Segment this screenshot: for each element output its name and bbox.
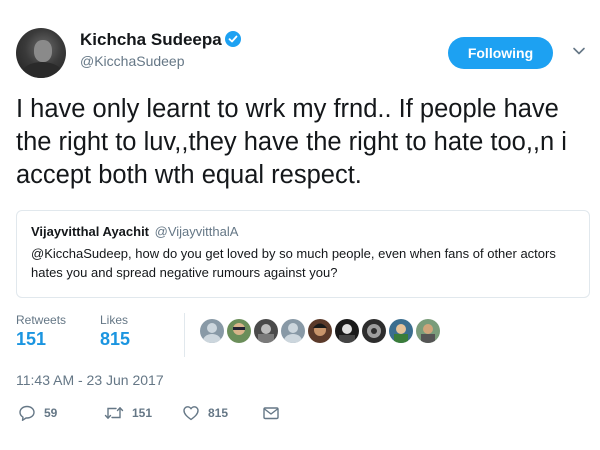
- liker-avatar[interactable]: [362, 319, 386, 343]
- quoted-author-name: Vijayvitthal Ayachit: [31, 224, 150, 239]
- like-count: 815: [208, 406, 229, 420]
- likes-value: 815: [100, 329, 131, 349]
- reply-button[interactable]: 59: [18, 403, 57, 423]
- tweet-text: I have only learnt to wrk my frnd.. If p…: [16, 95, 567, 189]
- following-button[interactable]: Following: [448, 37, 553, 69]
- liker-avatar[interactable]: [227, 319, 251, 343]
- liker-avatar[interactable]: [254, 319, 278, 343]
- verified-badge-icon: [224, 31, 241, 47]
- retweets-label: Retweets: [16, 313, 67, 327]
- retweets-stat[interactable]: Retweets 151: [16, 313, 66, 350]
- tweet-stats: Retweets 151 Likes 815: [16, 313, 590, 361]
- liker-avatar[interactable]: [389, 319, 413, 343]
- direct-message-button[interactable]: [262, 403, 280, 423]
- tweet-timestamp[interactable]: 11:43 AM - 23 Jun 2017: [16, 372, 164, 388]
- retweet-icon: [104, 407, 124, 419]
- quoted-tweet[interactable]: Vijayvitthal Ayachit @VijayvitthalA @Kic…: [16, 210, 590, 298]
- reply-icon: [19, 405, 35, 421]
- envelope-icon: [263, 407, 279, 420]
- retweet-button[interactable]: 151: [104, 403, 152, 423]
- avatar-face: [34, 40, 52, 62]
- like-button[interactable]: 815: [182, 403, 228, 423]
- liker-avatar[interactable]: [416, 319, 440, 343]
- liker-avatar[interactable]: [335, 319, 359, 343]
- quoted-tweet-text: @KicchaSudeep, how do you get loved by s…: [31, 246, 556, 280]
- stats-divider: [184, 313, 185, 357]
- author-name[interactable]: Kichcha Sudeepa: [80, 30, 222, 49]
- liker-avatar[interactable]: [281, 319, 305, 343]
- heart-icon: [183, 406, 199, 421]
- likes-label: Likes: [100, 313, 129, 327]
- quoted-author-handle: @VijayvitthalA: [154, 224, 239, 239]
- likes-stat[interactable]: Likes 815: [100, 313, 130, 350]
- liker-avatar[interactable]: [200, 319, 224, 343]
- reply-count: 59: [44, 406, 58, 420]
- avatar-shoulder: [22, 62, 62, 78]
- quoted-tweet-header: Vijayvitthal Ayachit @VijayvitthalA: [31, 224, 575, 239]
- author-avatar[interactable]: [16, 28, 66, 78]
- author-name-row[interactable]: Kichcha Sudeepa: [80, 30, 241, 50]
- author-handle[interactable]: @KicchaSudeep: [80, 53, 185, 69]
- retweets-value: 151: [16, 329, 47, 349]
- liker-avatar[interactable]: [308, 319, 332, 343]
- chevron-down-icon[interactable]: [572, 44, 586, 58]
- retweet-count: 151: [132, 406, 153, 420]
